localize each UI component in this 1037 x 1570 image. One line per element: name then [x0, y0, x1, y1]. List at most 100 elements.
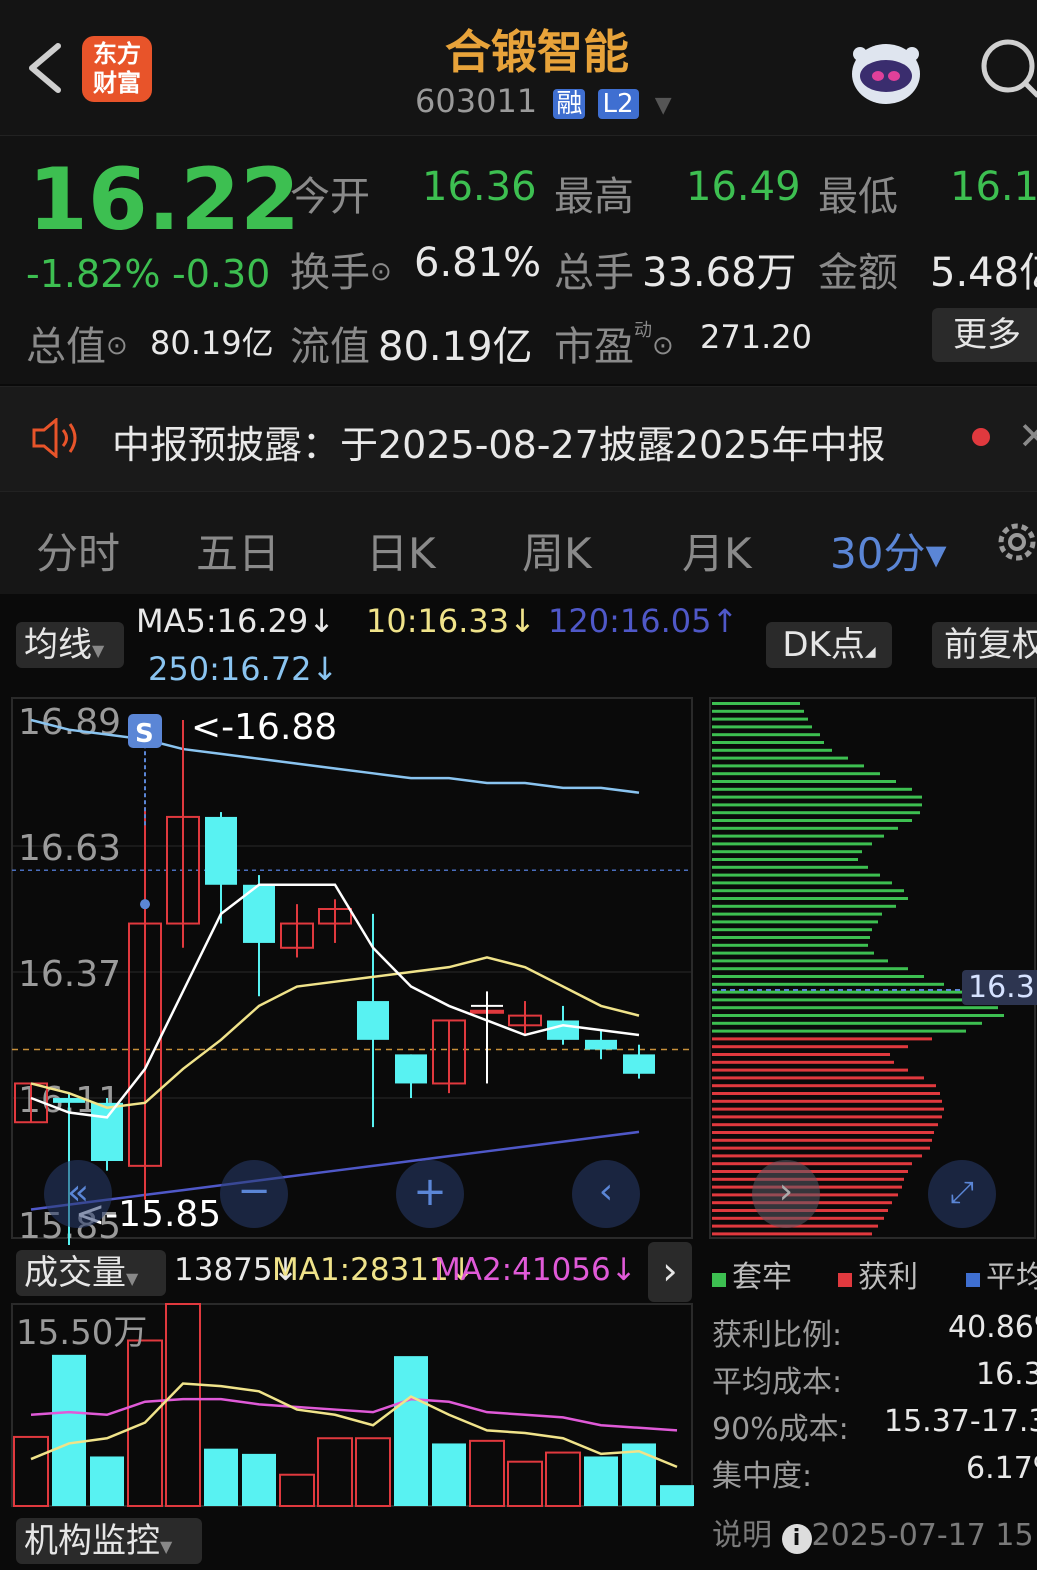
stock-code-text: 603011 — [415, 82, 538, 120]
stock-code[interactable]: 603011 融 L2 ▼ — [415, 82, 672, 120]
legend-trapped: 套牢 — [712, 1252, 792, 1296]
dk-label: DK点 — [782, 625, 865, 665]
chip-bar — [712, 819, 912, 822]
stat-label-avg-cost: 平均成本: — [712, 1365, 843, 1400]
volume-bar — [584, 1456, 618, 1506]
chip-bar — [712, 1131, 934, 1134]
candle-body — [547, 1020, 579, 1040]
amount-value: 5.48亿 — [930, 250, 1037, 296]
volume-bar — [317, 1437, 353, 1507]
volume-bar — [545, 1451, 581, 1508]
ma120-value: 120:16.05↑ — [548, 602, 739, 640]
chip-bar — [712, 803, 922, 807]
chip-bar — [712, 756, 848, 760]
chip-bar — [712, 912, 882, 916]
chip-bar — [712, 717, 808, 721]
legend-profit: 获利 — [838, 1252, 918, 1296]
chip-bar — [712, 1138, 932, 1142]
robot-avatar-icon — [852, 44, 920, 104]
robot-assistant-icon[interactable] — [842, 32, 930, 112]
stat-value-concentration: 6.17% — [966, 1451, 1037, 1486]
chip-distribution — [709, 697, 1036, 1239]
chip-bar — [712, 748, 832, 752]
tab-30min[interactable]: 30分▾ — [830, 520, 947, 581]
amount-label: 金额 — [818, 250, 898, 296]
fullscreen-button[interactable]: ⤢ — [928, 1160, 996, 1228]
zoom-out-button[interactable]: − — [220, 1160, 288, 1228]
search-button[interactable] — [978, 36, 1037, 100]
volume-bar — [469, 1439, 505, 1508]
chip-bar — [712, 920, 878, 924]
pe-sup: 动 — [634, 320, 652, 341]
legend-swatch-green — [712, 1273, 726, 1287]
turnover-label[interactable]: 换手⊙ — [290, 240, 392, 298]
indicator-next-button[interactable]: › — [648, 1242, 692, 1302]
stat-value-avg-cost: 16.33 — [976, 1357, 1037, 1392]
chip-bar — [712, 889, 904, 893]
chip-bar — [712, 1146, 930, 1150]
ma-selector[interactable]: 均线▼ — [16, 622, 124, 668]
speaker-icon — [30, 416, 82, 462]
chip-bar — [712, 1076, 924, 1080]
chip-bar — [712, 842, 872, 846]
chip-bar — [712, 975, 924, 978]
chip-bar — [712, 936, 870, 939]
stat-label-concentration: 集中度: — [712, 1459, 813, 1494]
close-icon[interactable]: ✕ — [1018, 414, 1037, 458]
tab-five-day[interactable]: 五日 — [196, 520, 280, 581]
scroll-left-fast-button[interactable]: « — [44, 1160, 112, 1228]
chip-bar — [712, 982, 944, 986]
chip-bar — [712, 772, 880, 776]
change-amount: -0.30 — [172, 252, 271, 296]
ma250-value: 250:16.72↓ — [148, 650, 339, 688]
stat-value-90-cost: 15.37-17.39 — [884, 1404, 1037, 1439]
pe-label[interactable]: 市盈动⊙ — [554, 314, 674, 372]
volume-selector[interactable]: 成交量▼ — [16, 1250, 166, 1296]
chip-bar — [712, 741, 824, 744]
chip-bar — [712, 1084, 936, 1088]
search-icon — [981, 39, 1037, 98]
chip-bar — [712, 764, 864, 768]
stat-label-profit-ratio: 获利比例: — [712, 1318, 843, 1353]
last-price: 16.22 — [28, 150, 301, 250]
volume-value: 33.68万 — [642, 250, 797, 296]
mktcap-label[interactable]: 总值⊙ — [26, 314, 128, 372]
chip-bar — [712, 1115, 942, 1119]
institution-monitor-selector[interactable]: 机构监控▼ — [16, 1518, 202, 1564]
high-marker: <-16.88 — [191, 707, 337, 748]
volume-bar — [90, 1456, 124, 1506]
chip-bar — [712, 780, 896, 783]
dk-button[interactable]: DK点◢ — [766, 622, 892, 668]
chip-note[interactable]: 说明 i2025-07-17 15:00 — [712, 1510, 1037, 1554]
float-value: 80.19亿 — [378, 324, 533, 370]
turnover-value: 6.81% — [414, 240, 542, 286]
chevron-left-icon — [29, 43, 61, 93]
adjust-button[interactable]: 前复权 — [932, 622, 1037, 668]
chip-bar — [712, 1068, 908, 1072]
volume-bar — [204, 1448, 238, 1506]
chip-bar — [712, 811, 920, 815]
corner-triangle-icon: ◢ — [864, 644, 876, 660]
chip-bar — [712, 1045, 908, 1049]
ma10-value: 10:16.33↓ — [366, 602, 536, 640]
tab-daily-k[interactable]: 日K — [366, 520, 436, 581]
back-button[interactable] — [22, 40, 68, 96]
chip-bar — [712, 904, 896, 908]
chip-bar — [712, 1162, 912, 1166]
tab-weekly-k[interactable]: 周K — [522, 520, 592, 581]
caret-down-icon: ▼ — [654, 93, 672, 118]
chip-note-time: 2025-07-17 15:00 — [811, 1518, 1037, 1553]
scroll-left-button[interactable]: ‹ — [572, 1160, 640, 1228]
info-icon: ⊙ — [106, 331, 128, 361]
chip-next-button[interactable]: › — [752, 1160, 820, 1228]
tab-intraday[interactable]: 分时 — [36, 520, 120, 581]
chip-bar — [712, 1029, 966, 1033]
chip-bar — [712, 709, 804, 713]
zoom-in-button[interactable]: + — [396, 1160, 464, 1228]
more-button[interactable]: 更多 — [932, 308, 1037, 362]
volume-bar — [660, 1485, 694, 1506]
tab-monthly-k[interactable]: 月K — [682, 520, 752, 581]
settings-button[interactable] — [992, 516, 1037, 572]
info-circle-icon: i — [781, 1524, 812, 1554]
legend-avg-text: 平均 — [986, 1260, 1037, 1295]
